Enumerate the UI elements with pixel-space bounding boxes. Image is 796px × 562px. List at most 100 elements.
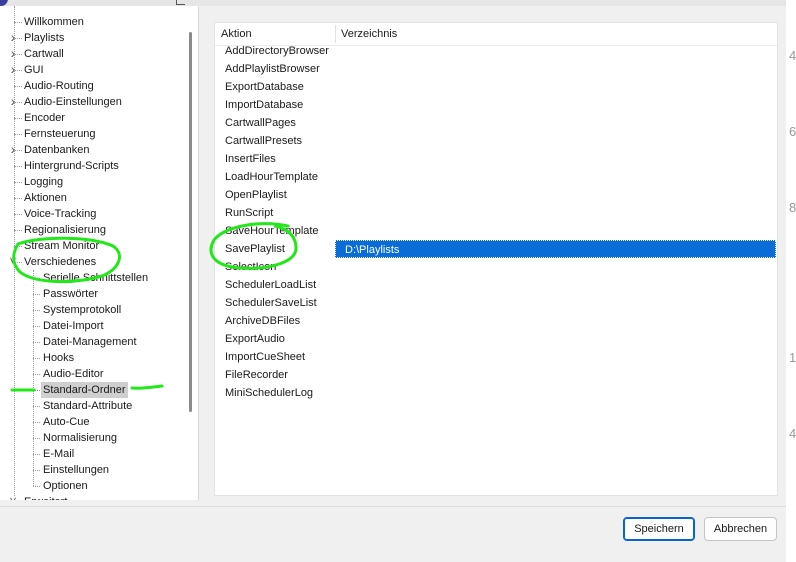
table-row[interactable]: AddDirectoryBrowser xyxy=(215,42,777,60)
tree-scrollbar-thumb[interactable] xyxy=(189,32,192,412)
table-row[interactable]: SaveHourTemplate xyxy=(215,222,777,240)
table-row[interactable]: ExportDatabase xyxy=(215,78,777,96)
cell-directory[interactable]: D:\Playlists xyxy=(335,240,776,258)
cell-directory[interactable] xyxy=(335,96,776,114)
cell-directory[interactable] xyxy=(335,330,776,348)
table-row[interactable]: LoadHourTemplate xyxy=(215,168,777,186)
cell-directory[interactable] xyxy=(335,312,776,330)
cell-directory[interactable] xyxy=(335,150,776,168)
tree-connector xyxy=(14,246,22,247)
tree-item[interactable]: Audio-Editor xyxy=(0,366,184,382)
tree-item[interactable]: Stream Monitor xyxy=(0,238,184,254)
table-row[interactable]: RunScript xyxy=(215,204,777,222)
tree-item[interactable]: Systemprotokoll xyxy=(0,302,184,318)
cell-directory[interactable] xyxy=(335,258,776,276)
cell-directory-value xyxy=(335,261,344,273)
tree-item[interactable]: E-Mail xyxy=(0,446,184,462)
cell-directory[interactable] xyxy=(335,276,776,294)
table-row[interactable]: SavePlaylist D:\Playlists xyxy=(215,240,777,258)
save-button[interactable]: Speichern xyxy=(623,517,695,541)
tree-connector xyxy=(14,38,22,39)
tree-connector xyxy=(33,358,40,359)
cell-action: SaveHourTemplate xyxy=(225,225,319,237)
tree-item[interactable]: Hooks xyxy=(0,350,184,366)
cell-directory[interactable] xyxy=(335,60,776,78)
tree-item[interactable]: Willkommen xyxy=(0,14,184,30)
table-row[interactable]: SchedulerLoadList xyxy=(215,276,777,294)
table-row[interactable]: CartwallPresets xyxy=(215,132,777,150)
cell-directory[interactable] xyxy=(335,168,776,186)
tree-connector xyxy=(14,86,22,87)
tree-item-label: Erweitert xyxy=(22,494,69,500)
cell-action: AddPlaylistBrowser xyxy=(225,63,320,75)
tree-item[interactable]: Auto-Cue xyxy=(0,414,184,430)
cell-directory[interactable] xyxy=(335,78,776,96)
tree-item[interactable]: Optionen xyxy=(0,478,184,494)
tree-item[interactable]: › Datenbanken xyxy=(0,142,184,158)
cell-directory[interactable] xyxy=(335,222,776,240)
tree-item[interactable]: Audio-Routing xyxy=(0,78,184,94)
table-row[interactable]: ImportCueSheet xyxy=(215,348,777,366)
background-window-text: 1 xyxy=(789,350,796,365)
cell-directory[interactable] xyxy=(335,132,776,150)
directory-list[interactable]: Aktion Verzeichnis AddDirectoryBrowser Ad… xyxy=(214,22,778,496)
cell-directory[interactable] xyxy=(335,114,776,132)
cell-directory[interactable] xyxy=(335,294,776,312)
cell-directory[interactable] xyxy=(335,186,776,204)
tree-item[interactable]: › Audio-Einstellungen xyxy=(0,94,184,110)
cell-directory[interactable] xyxy=(335,348,776,366)
table-row[interactable]: ExportAudio xyxy=(215,330,777,348)
tree-item[interactable]: ˅ Erweitert xyxy=(0,494,184,500)
table-row[interactable]: OpenPlaylist xyxy=(215,186,777,204)
table-row[interactable]: FileRecorder xyxy=(215,366,777,384)
tree-item[interactable]: › GUI xyxy=(0,62,184,78)
cancel-button[interactable]: Abbrechen xyxy=(704,517,777,541)
tree-item[interactable]: Standard-Attribute xyxy=(0,398,184,414)
tree-item[interactable]: ˅ Verschiedenes xyxy=(0,254,184,270)
tree-item[interactable]: Serielle Schnittstellen xyxy=(0,270,184,286)
tree-item[interactable]: Standard-Ordner xyxy=(0,382,184,398)
tree-item[interactable]: Encoder xyxy=(0,110,184,126)
tree-item-label: Cartwall xyxy=(24,48,64,60)
tree-item[interactable]: Aktionen xyxy=(0,190,184,206)
tree-item[interactable]: Fernsteuerung xyxy=(0,126,184,142)
table-row[interactable]: SelectIcon xyxy=(215,258,777,276)
tree-item[interactable]: Voice-Tracking xyxy=(0,206,184,222)
tree-connector xyxy=(14,166,22,167)
tree-item[interactable]: Hintergrund-Scripts xyxy=(0,158,184,174)
cell-directory[interactable] xyxy=(335,366,776,384)
table-row[interactable]: SchedulerSaveList xyxy=(215,294,777,312)
cell-directory[interactable] xyxy=(335,204,776,222)
table-row[interactable]: CartwallPages xyxy=(215,114,777,132)
table-row[interactable]: MiniSchedulerLog xyxy=(215,384,777,402)
tree-item-label: Audio-Routing xyxy=(24,80,94,92)
chevron-down-icon[interactable]: ˅ xyxy=(8,494,18,500)
cell-action: ImportCueSheet xyxy=(225,351,306,363)
tree-item[interactable]: › Cartwall xyxy=(0,46,184,62)
cell-directory-value xyxy=(335,333,344,345)
table-row[interactable]: AddPlaylistBrowser xyxy=(215,60,777,78)
tree-connector xyxy=(33,454,40,455)
tree-item[interactable]: Passwörter xyxy=(0,286,184,302)
tree-item[interactable]: Logging xyxy=(0,174,184,190)
table-row[interactable]: ArchiveDBFiles xyxy=(215,312,777,330)
tree-connector xyxy=(14,54,22,55)
tree-item[interactable]: › Playlists xyxy=(0,30,184,46)
tree-item[interactable]: Datei-Import xyxy=(0,318,184,334)
table-row[interactable]: ImportDatabase xyxy=(215,96,777,114)
cell-directory[interactable] xyxy=(335,42,776,60)
tree-item[interactable]: Datei-Management xyxy=(0,334,184,350)
tree-item-label: Optionen xyxy=(43,480,88,492)
settings-tree[interactable]: Willkommen › Playlists › Cartwall › GUI Audio-R… xyxy=(0,6,199,500)
tree-item[interactable]: Regionalisierung xyxy=(0,222,184,238)
tree-connector xyxy=(33,278,40,279)
tree-item[interactable]: Einstellungen xyxy=(0,462,184,478)
cell-directory[interactable] xyxy=(335,384,776,402)
tree-item[interactable]: Normalisierung xyxy=(0,430,184,446)
tree-item-label: Hintergrund-Scripts xyxy=(24,160,119,172)
cell-directory-value xyxy=(335,369,344,381)
bottom-divider xyxy=(0,506,786,507)
cell-directory-value xyxy=(335,189,344,201)
tree-item-label: Serielle Schnittstellen xyxy=(43,272,149,284)
table-row[interactable]: InsertFiles xyxy=(215,150,777,168)
